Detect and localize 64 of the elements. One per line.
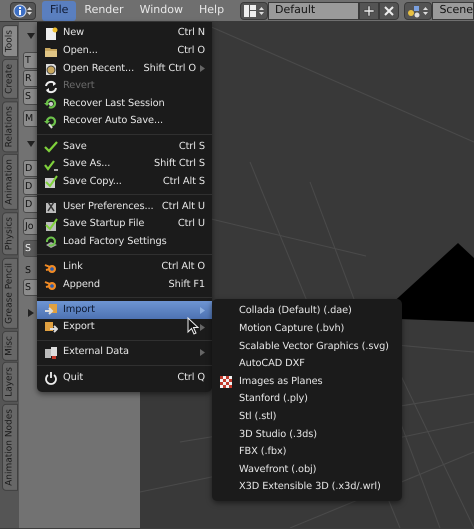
checkbox-icon [44, 218, 58, 232]
side-tab[interactable]: Tools [2, 25, 18, 58]
menu-item[interactable]: X3D Extensible 3D (.x3d/.wrl) [212, 478, 402, 497]
import-icon [44, 303, 58, 318]
menu-item[interactable]: Recover Auto Save... [37, 112, 212, 131]
scene-field[interactable]: Scene [432, 2, 474, 20]
menu-tab[interactable]: File [42, 0, 76, 20]
menu-tab[interactable]: Help [190, 0, 232, 20]
info-icon [13, 4, 33, 18]
menu-item[interactable]: Images as Planes [212, 373, 402, 391]
cursor-icon [187, 317, 199, 335]
menu-item[interactable]: Scalable Vector Graphics (.svg) [212, 338, 402, 356]
menu-item[interactable]: Quit Ctrl Q [37, 369, 212, 387]
power-icon [44, 371, 58, 386]
menu-item[interactable]: Stanford (.ply) [212, 390, 402, 409]
menu-item[interactable]: Link Ctrl Alt O [37, 258, 212, 276]
menu-item[interactable]: Recover Last Session [37, 95, 212, 113]
add-button[interactable] [359, 2, 380, 20]
info-button[interactable] [10, 2, 36, 20]
menu-item[interactable]: Save Startup File Ctrl U [37, 216, 212, 234]
layout-selector[interactable] [240, 2, 268, 20]
menu-item[interactable]: Load Factory Settings [37, 234, 212, 252]
menu-item[interactable]: Save As... Shift Ctrl S [37, 156, 212, 174]
menu-item[interactable]: Import [37, 301, 212, 319]
checkerboard-icon [219, 375, 233, 390]
menu-item[interactable]: FBX (.fbx) [212, 444, 402, 462]
preferences-icon [44, 200, 58, 214]
plus-icon [362, 4, 376, 18]
menu-item[interactable]: Motion Capture (.bvh) [212, 320, 402, 338]
menu-tab[interactable]: Window [132, 0, 191, 20]
page-icon [44, 27, 58, 41]
menu-item[interactable]: Append Shift F1 [37, 276, 212, 294]
menu-item[interactable]: External Data [37, 344, 212, 362]
layout-icon [243, 4, 266, 18]
scene-icon [407, 4, 430, 18]
menu-item[interactable]: 3D Studio (.3ds) [212, 426, 402, 444]
menu-item[interactable]: Save Ctrl S [37, 138, 212, 156]
menu-tab[interactable]: Render [76, 0, 132, 20]
layout-field[interactable]: Default [268, 2, 360, 20]
menu-item[interactable]: Stl (.stl) [212, 408, 402, 426]
export-icon [44, 320, 58, 335]
menu-item[interactable]: Wavefront (.obj) [212, 461, 402, 479]
checkbox-icon [44, 175, 58, 190]
menu-item[interactable]: Open... Ctrl O [37, 42, 212, 60]
recover-icon [44, 97, 58, 112]
close-button[interactable] [379, 2, 400, 20]
menu-item[interactable]: New Ctrl N [37, 25, 212, 43]
scene-selector[interactable] [404, 2, 432, 20]
document-icon [44, 62, 58, 76]
recover-icon [44, 114, 58, 129]
menu-item[interactable]: User Preferences... Ctrl Alt U [37, 198, 212, 216]
menu-item[interactable]: Collada (Default) (.dae) [212, 303, 402, 321]
menu-item[interactable]: Export [37, 318, 212, 336]
files-icon [44, 346, 58, 360]
menu-item[interactable]: Open Recent... Shift Ctrl O [37, 60, 212, 78]
menu-item[interactable]: Save Copy... Ctrl Alt S [37, 173, 212, 191]
refresh-icon [44, 80, 58, 94]
panel-label: S [24, 264, 32, 278]
logo-icon [44, 278, 58, 292]
check-icon [44, 140, 58, 154]
close-icon [382, 4, 396, 18]
check-icon [44, 158, 58, 172]
reset-icon [44, 236, 58, 250]
menu-item[interactable]: AutoCAD DXF [212, 356, 402, 374]
